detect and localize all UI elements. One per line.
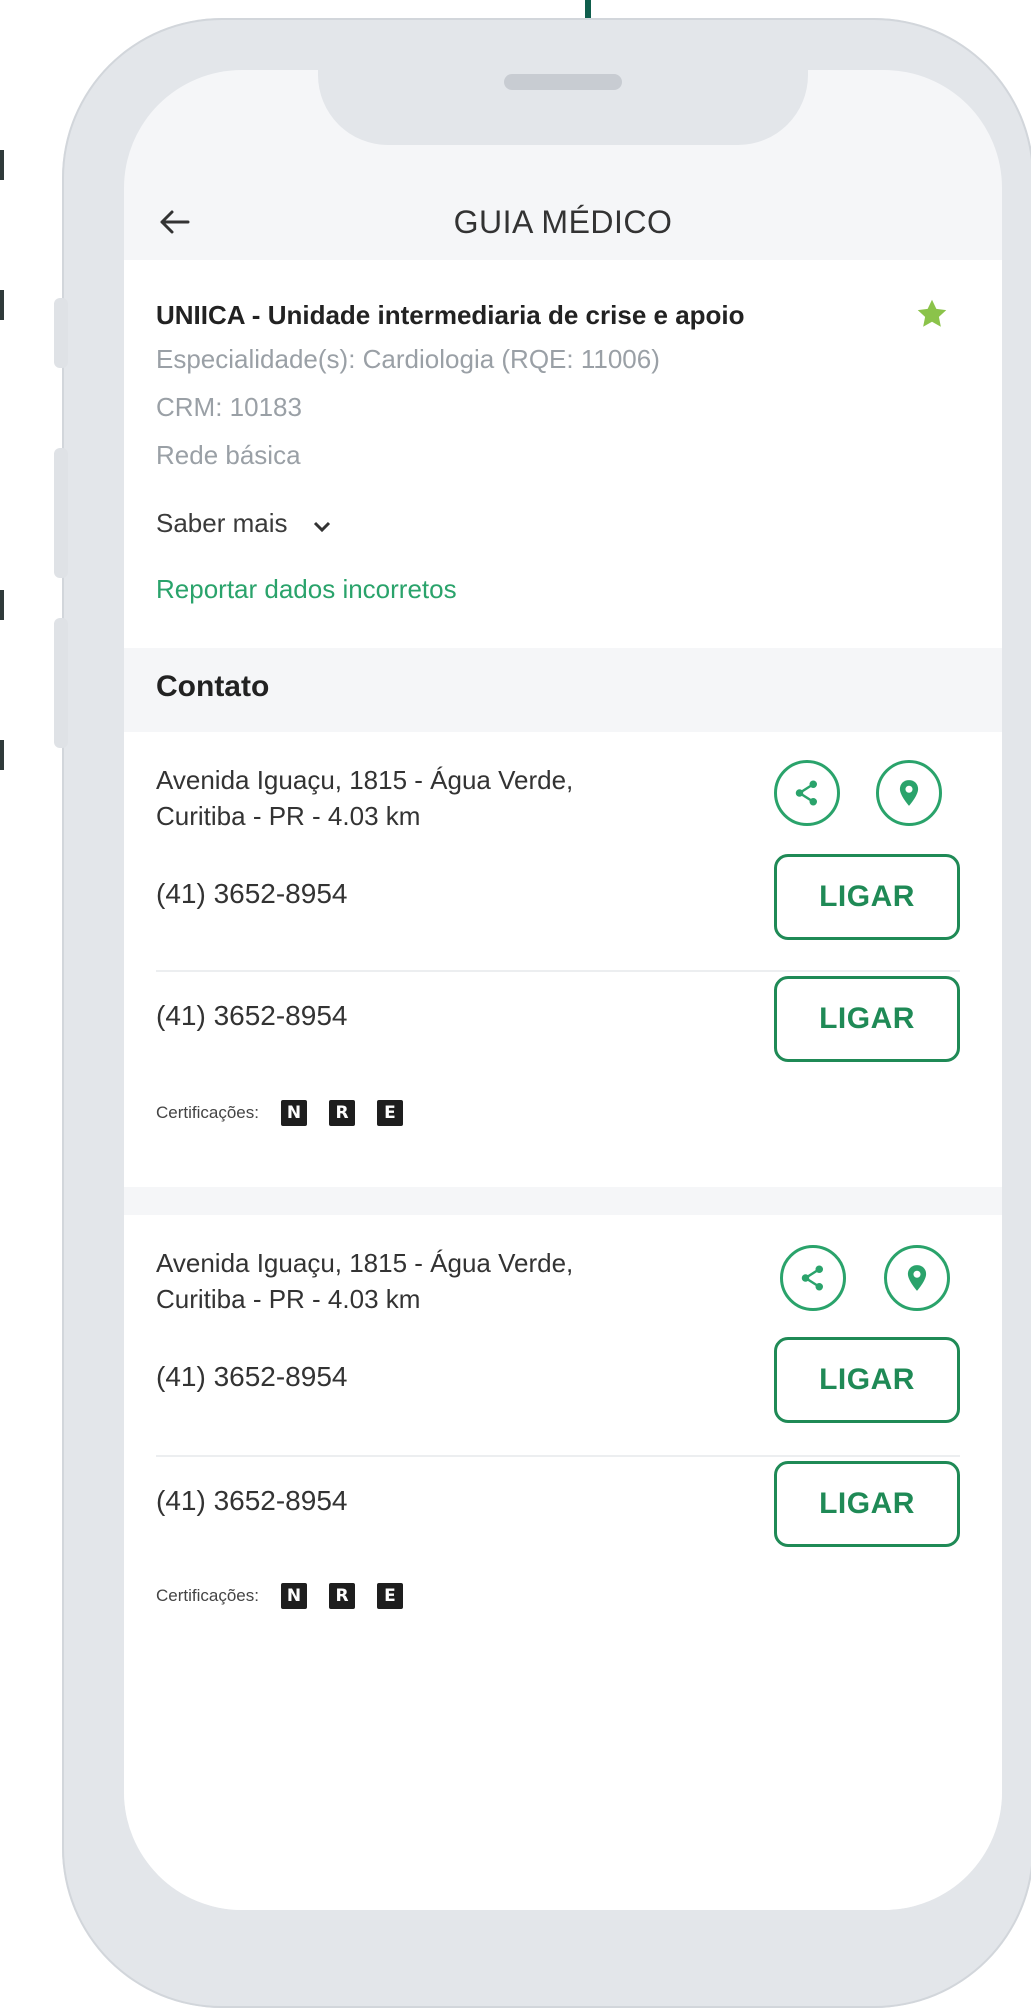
cert-badge: E: [376, 1583, 403, 1609]
call-button[interactable]: LIGAR: [774, 1461, 960, 1547]
cert-badge: E: [376, 1100, 403, 1126]
certifications-label: Certificações:: [156, 1103, 259, 1122]
phone-number: (41) 3652-8954: [156, 878, 348, 909]
map-pin-icon: [899, 780, 919, 806]
location-address: Avenida Iguaçu, 1815 - Água Verde, Curit…: [156, 1245, 716, 1317]
cert-badge: N: [280, 1583, 307, 1609]
call-button[interactable]: LIGAR: [774, 1337, 960, 1423]
cert-badge: R: [328, 1100, 355, 1126]
phone-number: (41) 3652-8954: [156, 1361, 348, 1392]
map-location-button[interactable]: [876, 760, 942, 826]
saber-mais-label: Saber mais: [156, 508, 288, 538]
address-line: Curitiba - PR - 4.03 km: [156, 801, 421, 831]
share-button[interactable]: [780, 1245, 846, 1311]
call-button[interactable]: LIGAR: [774, 976, 960, 1062]
phone-side-button: [54, 298, 68, 368]
share-icon: [795, 780, 817, 806]
provider-network: Rede básica: [156, 440, 301, 470]
contact-section-title: Contato: [156, 670, 270, 703]
divider: [156, 970, 960, 972]
provider-name: UNIICA - Unidade intermediaria de crise …: [156, 300, 745, 330]
edge-mark: [0, 740, 4, 770]
edge-mark: [0, 590, 4, 620]
chevron-down-icon: [313, 510, 331, 541]
provider-specialty: Especialidade(s): Cardiologia (RQE: 1100…: [156, 344, 660, 374]
map-location-button[interactable]: [884, 1245, 950, 1311]
provider-crm: CRM: 10183: [156, 392, 302, 422]
share-button[interactable]: [774, 760, 840, 826]
saber-mais-toggle[interactable]: Saber mais: [156, 508, 331, 541]
location-card: Avenida Iguaçu, 1815 - Água Verde, Curit…: [124, 732, 1002, 1187]
address-line: Avenida Iguaçu, 1815 - Água Verde,: [156, 1248, 574, 1278]
certifications: Certificações: N R E: [156, 1583, 403, 1609]
call-button[interactable]: LIGAR: [774, 854, 960, 940]
address-line: Curitiba - PR - 4.03 km: [156, 1284, 421, 1314]
favorite-star-icon[interactable]: [914, 296, 950, 332]
phone-number: (41) 3652-8954: [156, 1485, 348, 1516]
certifications: Certificações: N R E: [156, 1100, 403, 1126]
share-icon: [801, 1265, 823, 1291]
cert-badge: R: [328, 1583, 355, 1609]
phone-side-button: [54, 618, 68, 748]
map-pin-icon: [907, 1265, 927, 1291]
phone-number: (41) 3652-8954: [156, 1000, 348, 1031]
location-card: Avenida Iguaçu, 1815 - Água Verde, Curit…: [124, 1215, 1002, 1910]
divider: [156, 1455, 960, 1457]
page-title: GUIA MÉDICO: [453, 204, 673, 240]
edge-mark: [0, 150, 4, 180]
provider-card: UNIICA - Unidade intermediaria de crise …: [124, 260, 1002, 648]
edge-mark: [0, 290, 4, 320]
address-line: Avenida Iguaçu, 1815 - Água Verde,: [156, 765, 574, 795]
location-address: Avenida Iguaçu, 1815 - Água Verde, Curit…: [156, 762, 716, 834]
certifications-label: Certificações:: [156, 1586, 259, 1605]
app-header: GUIA MÉDICO: [124, 178, 1002, 273]
phone-screen: GUIA MÉDICO UNIICA - Unidade intermediar…: [124, 70, 1002, 1910]
phone-side-button: [54, 448, 68, 578]
report-incorrect-data-link[interactable]: Reportar dados incorretos: [156, 574, 457, 605]
phone-speaker: [504, 74, 622, 90]
phone-notch: [318, 70, 808, 145]
cert-badge: N: [280, 1100, 307, 1126]
